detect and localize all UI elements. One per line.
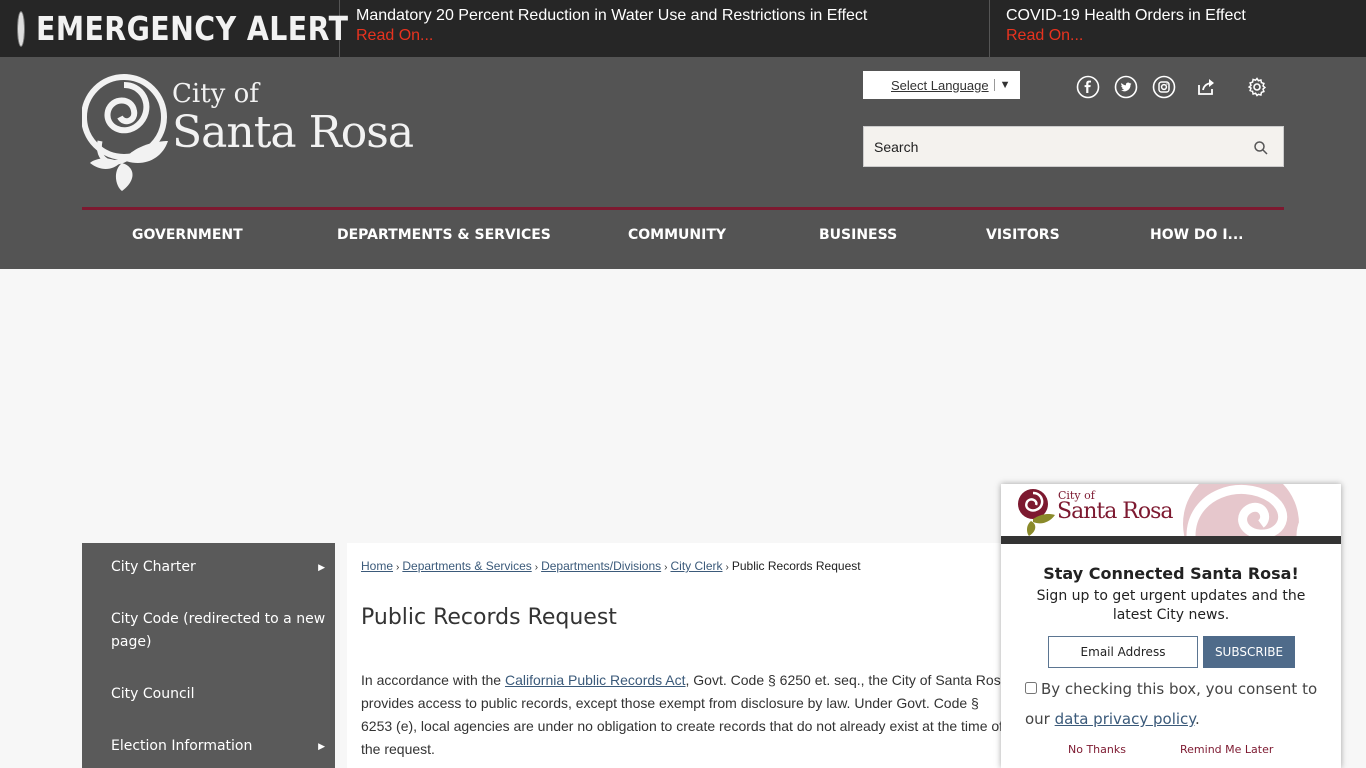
emergency-alert-label: EMERGENCY ALERT <box>36 9 349 48</box>
popup-title: Stay Connected Santa Rosa! <box>1043 564 1299 583</box>
popup-header: City of Santa Rosa <box>1001 484 1341 536</box>
nav-business[interactable]: BUSINESS <box>819 227 897 243</box>
rose-watermark-icon <box>1183 484 1337 536</box>
site-search[interactable] <box>863 126 1284 167</box>
emergency-alert-title: EMERGENCY ALERT <box>0 0 348 57</box>
instagram-icon[interactable] <box>1152 75 1176 99</box>
main-navigation: GOVERNMENT DEPARTMENTS & SERVICES COMMUN… <box>82 210 1284 266</box>
consent-checkbox-row: By checking this box, you consent to our… <box>1025 674 1325 734</box>
nav-how-do-i[interactable]: HOW DO I... <box>1150 227 1244 243</box>
nav-community[interactable]: COMMUNITY <box>628 227 726 243</box>
side-item-city-code[interactable]: City Code (redirected to a new page) <box>111 608 326 654</box>
emergency-alert-bar: EMERGENCY ALERT Mandatory 20 Percent Red… <box>0 0 1366 57</box>
alert-item[interactable]: Mandatory 20 Percent Reduction in Water … <box>340 0 990 57</box>
popup-logo-santa-rosa: Santa Rosa <box>1057 499 1174 524</box>
nav-visitors[interactable]: VISITORS <box>986 227 1060 243</box>
breadcrumb-separator: › <box>534 562 539 573</box>
breadcrumb-link[interactable]: Home <box>361 559 393 573</box>
no-thanks-link[interactable]: No Thanks <box>1068 743 1126 756</box>
popup-divider <box>1001 536 1341 544</box>
rose-logo-icon <box>1018 489 1055 536</box>
city-logo[interactable]: City of Santa Rosa <box>82 71 414 195</box>
twitter-icon[interactable] <box>1114 75 1138 99</box>
expand-arrow-icon[interactable]: ▶ <box>318 741 325 752</box>
breadcrumb-link[interactable]: Departments/Divisions <box>541 559 661 573</box>
nav-government[interactable]: GOVERNMENT <box>132 227 243 243</box>
expand-arrow-icon[interactable]: ▶ <box>318 562 325 573</box>
language-selector[interactable]: Select Language ▼ <box>863 71 1020 99</box>
email-field[interactable] <box>1048 636 1198 668</box>
search-icon[interactable] <box>1253 140 1269 156</box>
alert-headline[interactable]: Mandatory 20 Percent Reduction in Water … <box>356 6 973 26</box>
alert-item[interactable]: COVID-19 Health Orders in Effect Read On… <box>990 0 1366 57</box>
breadcrumb-current: Public Records Request <box>731 559 861 573</box>
breadcrumb: Home › Departments & Services › Departments/… <box>361 559 861 573</box>
consent-checkbox[interactable] <box>1025 682 1037 694</box>
intro-paragraph: In accordance with the California Public… <box>361 669 1011 761</box>
breadcrumb-separator: › <box>725 562 729 573</box>
breadcrumb-separator: › <box>664 562 668 573</box>
popup-subtitle: Sign up to get urgent updates and the la… <box>1036 588 1306 623</box>
breadcrumb-link[interactable]: City Clerk <box>670 559 722 573</box>
remind-me-later-link[interactable]: Remind Me Later <box>1180 743 1273 756</box>
site-header: City of Santa Rosa Select Language ▼ GOV… <box>0 57 1366 269</box>
side-navigation: City Charter ▶ City Code (redirected to … <box>82 543 335 768</box>
side-item-city-charter[interactable]: City Charter <box>111 556 326 579</box>
paragraph-text: In accordance with the <box>361 672 505 688</box>
rose-logo-icon <box>82 74 168 191</box>
main-content: Home › Departments & Services › Departments/… <box>347 543 1008 768</box>
breadcrumb-link[interactable]: Departments & Services <box>402 559 531 573</box>
logo-santa-rosa-text: Santa Rosa <box>172 107 414 158</box>
subscribe-button[interactable]: SUBSCRIBE <box>1203 636 1295 668</box>
language-dropdown-arrow-icon[interactable]: ▼ <box>993 79 1010 91</box>
side-item-election-information[interactable]: Election Information <box>111 735 326 758</box>
logo-city-of-text: City of <box>172 79 259 109</box>
alert-headline[interactable]: COVID-19 Health Orders in Effect <box>1006 6 1350 26</box>
search-input[interactable] <box>864 138 1244 155</box>
share-icon[interactable] <box>1194 75 1218 99</box>
facebook-icon[interactable] <box>1076 75 1100 99</box>
page-title: Public Records Request <box>361 605 617 630</box>
alert-read-on-link[interactable]: Read On... <box>1006 26 1350 46</box>
alert-light-icon <box>18 11 24 46</box>
language-selector-label[interactable]: Select Language <box>891 78 989 93</box>
data-privacy-policy-link[interactable]: data privacy policy <box>1055 710 1195 728</box>
consent-text-end: . <box>1195 710 1200 728</box>
newsletter-popup: City of Santa Rosa Stay Connected Santa … <box>1001 484 1341 768</box>
gear-icon[interactable] <box>1245 75 1269 99</box>
nav-departments-services[interactable]: DEPARTMENTS & SERVICES <box>337 227 551 243</box>
alert-read-on-link[interactable]: Read On... <box>356 26 973 46</box>
california-public-records-act-link[interactable]: California Public Records Act <box>505 672 686 688</box>
breadcrumb-separator: › <box>396 562 400 573</box>
side-item-city-council[interactable]: City Council <box>111 683 326 706</box>
